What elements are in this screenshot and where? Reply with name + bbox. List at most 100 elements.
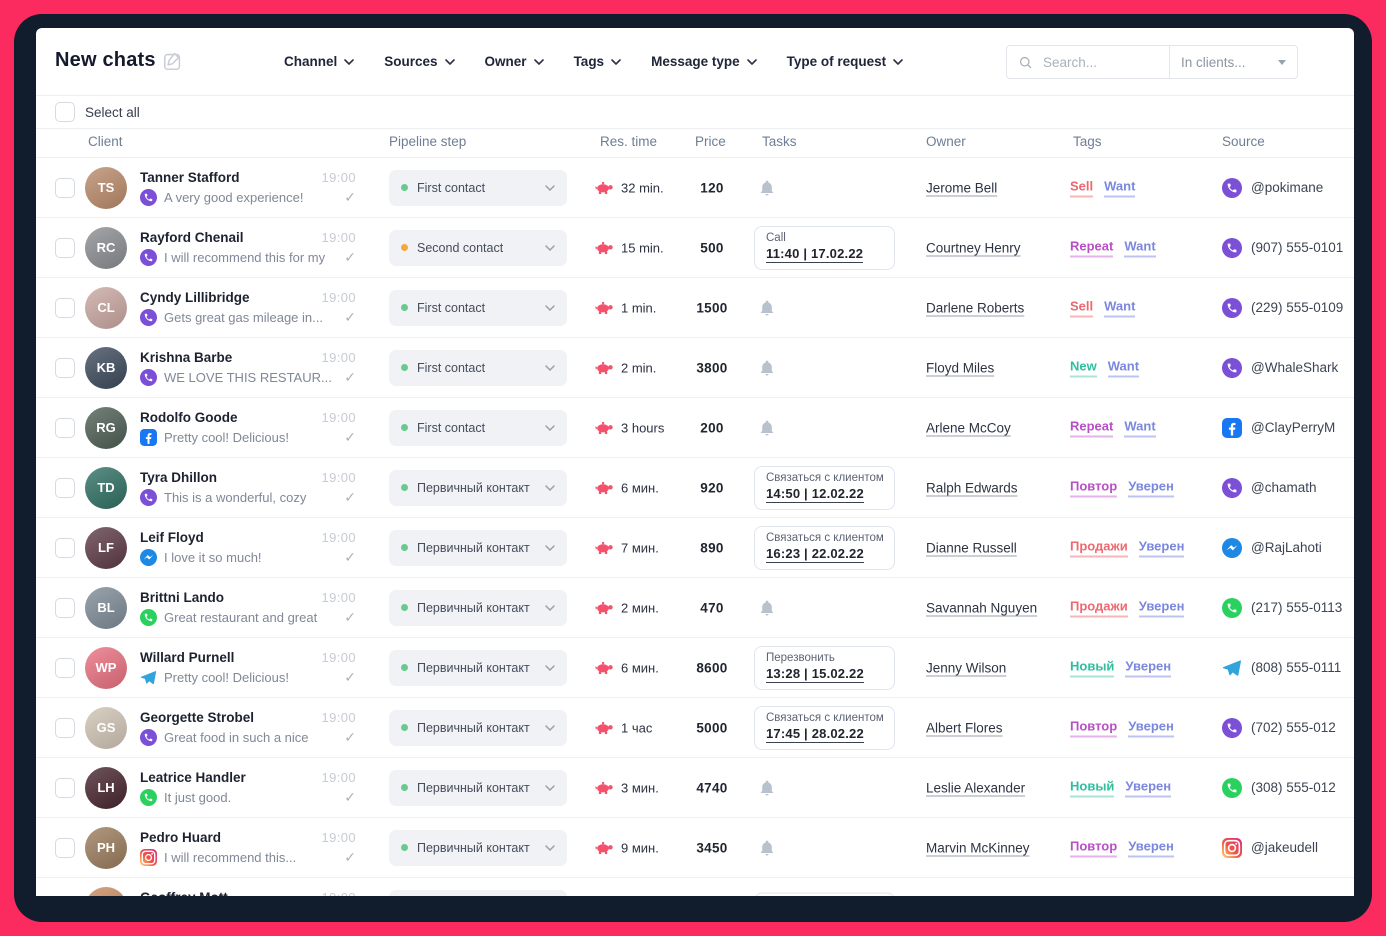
pipeline-step-select[interactable]: First contact xyxy=(389,349,567,386)
avatar[interactable]: LH xyxy=(85,766,127,809)
source-handle[interactable]: @ClayPerryM xyxy=(1251,420,1335,435)
row-checkbox[interactable] xyxy=(55,657,75,678)
pipeline-step-select[interactable]: Первичный контакт xyxy=(389,529,567,566)
tag-link[interactable]: Want xyxy=(1104,298,1136,317)
filter-owner[interactable]: Owner xyxy=(485,54,544,69)
avatar[interactable]: PH xyxy=(85,826,127,869)
filter-sources[interactable]: Sources xyxy=(384,54,455,69)
owner-link[interactable]: Albert Flores xyxy=(926,720,1003,735)
pipeline-step-select[interactable]: Первичный контакт xyxy=(389,829,567,866)
tag-link[interactable]: Повтор xyxy=(1070,478,1118,497)
client-name[interactable]: Brittni Lando xyxy=(140,590,224,605)
tag-link[interactable]: Уверен xyxy=(1125,778,1172,797)
tag-link[interactable]: Продажи xyxy=(1070,538,1128,557)
owner-link[interactable]: Jerome Bell xyxy=(926,180,997,195)
bell-icon[interactable] xyxy=(758,358,776,378)
row-checkbox[interactable] xyxy=(55,237,75,258)
row-checkbox[interactable] xyxy=(55,837,75,858)
pipeline-step-select[interactable]: Первичный контакт xyxy=(389,709,567,746)
row-checkbox[interactable] xyxy=(55,297,75,318)
client-name[interactable]: Leif Floyd xyxy=(140,530,204,545)
pipeline-step-select[interactable]: First contact xyxy=(389,409,567,446)
avatar[interactable]: GM xyxy=(85,886,127,896)
tag-link[interactable]: Повтор xyxy=(1070,838,1118,857)
tag-link[interactable]: Sell xyxy=(1070,298,1094,317)
client-name[interactable]: Pedro Huard xyxy=(140,830,221,845)
tag-link[interactable]: Sell xyxy=(1070,178,1094,197)
avatar[interactable]: RG xyxy=(85,406,127,449)
avatar[interactable]: KB xyxy=(85,346,127,389)
client-name[interactable]: Rodolfo Goode xyxy=(140,410,237,425)
client-name[interactable]: Cyndy Lillibridge xyxy=(140,290,250,305)
tag-link[interactable]: Repeat xyxy=(1070,418,1114,437)
task-card[interactable]: Call 11:40 | 17.02.22 xyxy=(754,225,895,270)
client-name[interactable]: Rayford Chenail xyxy=(140,230,244,245)
tag-link[interactable]: New xyxy=(1070,358,1097,377)
tag-link[interactable]: Уверен xyxy=(1128,478,1174,497)
owner-link[interactable]: Leslie Alexander xyxy=(926,780,1025,795)
tag-link[interactable]: Новый xyxy=(1070,658,1115,677)
pipeline-step-select[interactable]: First contact xyxy=(389,289,567,326)
tag-link[interactable]: Уверен xyxy=(1128,718,1174,737)
bell-icon[interactable] xyxy=(758,178,776,198)
tag-link[interactable]: Продажи xyxy=(1070,598,1128,617)
tag-link[interactable]: Want xyxy=(1124,418,1156,437)
client-name[interactable]: Willard Purnell xyxy=(140,650,234,665)
task-card[interactable]: Связаться с клиентом 14:50 | 12.02.22 xyxy=(754,465,895,510)
task-card[interactable] xyxy=(754,892,895,896)
row-checkbox[interactable] xyxy=(55,477,75,498)
source-handle[interactable]: @WhaleShark xyxy=(1251,360,1338,375)
pipeline-step-select[interactable]: Second contact xyxy=(389,229,567,266)
source-handle[interactable]: @RajLahoti xyxy=(1251,540,1322,555)
pipeline-step-select[interactable]: Первичный контакт xyxy=(389,769,567,806)
tag-link[interactable]: Уверен xyxy=(1138,598,1185,617)
select-all-checkbox[interactable] xyxy=(55,102,75,122)
source-handle[interactable]: (702) 555-012 xyxy=(1251,720,1336,735)
client-name[interactable]: Krishna Barbe xyxy=(140,350,232,365)
task-card[interactable]: Связаться с клиентом 17:45 | 28.02.22 xyxy=(754,705,895,750)
bell-icon[interactable] xyxy=(758,598,776,618)
owner-link[interactable]: Dianne Russell xyxy=(926,540,1017,555)
avatar[interactable]: BL xyxy=(85,586,127,629)
client-name[interactable]: Tyra Dhillon xyxy=(140,470,217,485)
client-name[interactable]: Georgette Strobel xyxy=(140,710,254,725)
avatar[interactable]: TD xyxy=(85,466,127,509)
tag-link[interactable]: Want xyxy=(1104,178,1136,197)
tag-link[interactable]: Уверен xyxy=(1125,658,1172,677)
edit-icon[interactable] xyxy=(162,50,184,72)
bell-icon[interactable] xyxy=(758,778,776,798)
row-checkbox[interactable] xyxy=(55,177,75,198)
owner-link[interactable]: Ralph Edwards xyxy=(926,480,1018,495)
bell-icon[interactable] xyxy=(758,838,776,858)
row-checkbox[interactable] xyxy=(55,777,75,798)
task-card[interactable]: Перезвонить 13:28 | 15.02.22 xyxy=(754,645,895,690)
client-name[interactable]: Leatrice Handler xyxy=(140,770,246,785)
filter-type-of-request[interactable]: Type of request xyxy=(787,54,904,69)
client-name[interactable]: Geoffrey Mott xyxy=(140,890,228,897)
search-field[interactable] xyxy=(1007,46,1170,78)
search-scope-select[interactable]: In clients... xyxy=(1170,46,1297,78)
bell-icon[interactable] xyxy=(758,418,776,438)
pipeline-step-select[interactable]: Первичный контакт xyxy=(389,649,567,686)
tag-link[interactable]: Want xyxy=(1124,238,1156,257)
row-checkbox[interactable] xyxy=(55,357,75,378)
source-handle[interactable]: (308) 555-012 xyxy=(1251,780,1336,795)
owner-link[interactable]: Darlene Roberts xyxy=(926,300,1024,315)
bell-icon[interactable] xyxy=(758,298,776,318)
filter-message-type[interactable]: Message type xyxy=(651,54,757,69)
source-handle[interactable]: (217) 555-0113 xyxy=(1251,600,1342,615)
tag-link[interactable]: Повтор xyxy=(1070,718,1118,737)
source-handle[interactable]: @chamath xyxy=(1251,480,1316,495)
client-name[interactable]: Tanner Stafford xyxy=(140,170,240,185)
row-checkbox[interactable] xyxy=(55,717,75,738)
source-handle[interactable]: @jakeudell xyxy=(1251,840,1318,855)
source-handle[interactable]: (229) 555-0109 xyxy=(1251,300,1343,315)
owner-link[interactable]: Floyd Miles xyxy=(926,360,994,375)
avatar[interactable]: TS xyxy=(85,166,127,209)
owner-link[interactable]: Courtney Henry xyxy=(926,240,1021,255)
row-checkbox[interactable] xyxy=(55,537,75,558)
search-input[interactable] xyxy=(1041,53,1145,71)
pipeline-step-select[interactable]: Первичный контакт xyxy=(389,589,567,626)
pipeline-step-select[interactable]: First contact xyxy=(389,169,567,206)
tag-link[interactable]: Want xyxy=(1107,358,1140,377)
